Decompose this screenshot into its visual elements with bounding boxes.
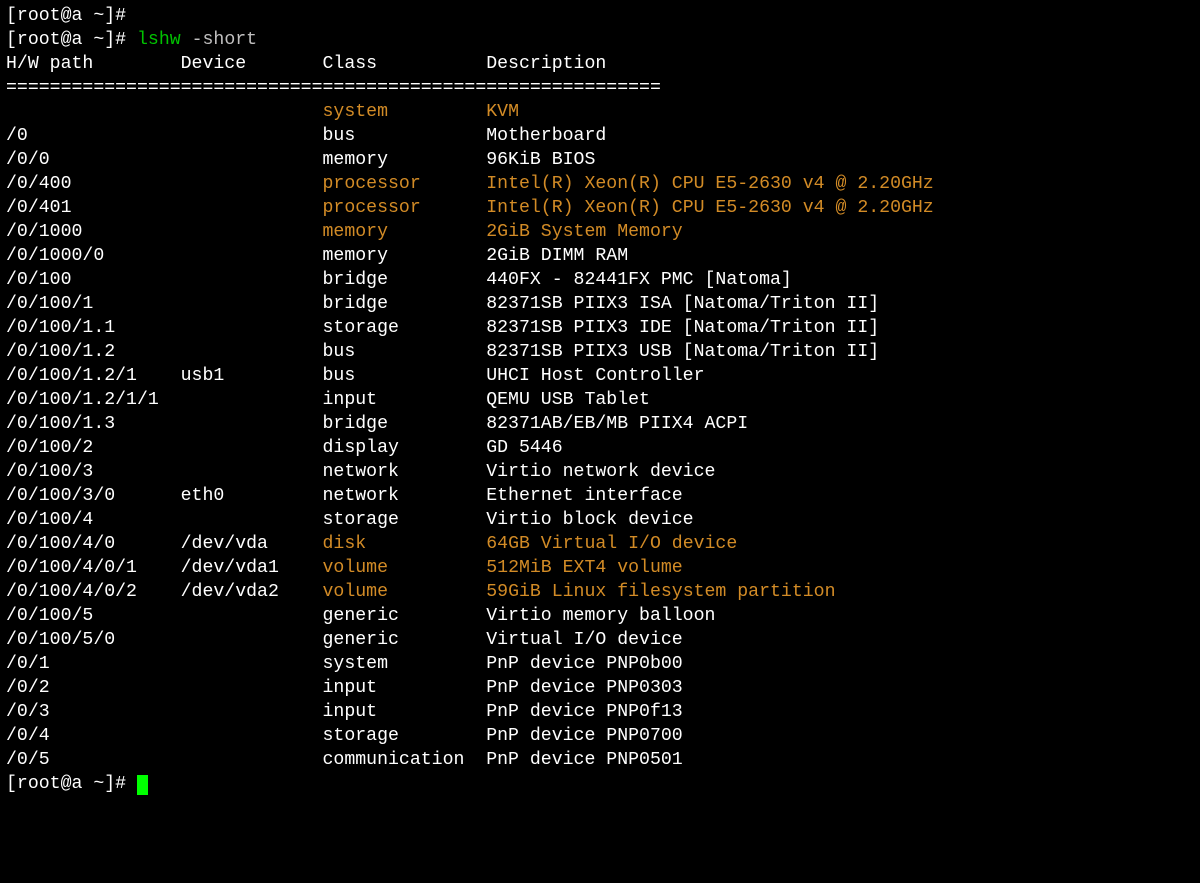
command-args: -short xyxy=(192,30,258,50)
lshw-row: /0/100/1.2/1 usb1 bus UHCI Host Controll… xyxy=(6,366,705,386)
lshw-row: /0/3 input PnP device PNP0f13 xyxy=(6,702,683,722)
cursor-block xyxy=(137,775,148,795)
lshw-row: /0/100 bridge 440FX - 82441FX PMC [Natom… xyxy=(6,270,792,290)
lshw-row: /0/401 processor Intel(R) Xeon(R) CPU E5… xyxy=(6,198,934,218)
lshw-row: /0 bus Motherboard xyxy=(6,126,606,146)
lshw-row: /0/2 input PnP device PNP0303 xyxy=(6,678,683,698)
lshw-row: /0/100/5 generic Virtio memory balloon xyxy=(6,606,715,626)
lshw-row: /0/5 communication PnP device PNP0501 xyxy=(6,750,683,770)
lshw-row: /0/100/5/0 generic Virtual I/O device xyxy=(6,630,683,650)
lshw-row: /0/100/3 network Virtio network device xyxy=(6,462,715,482)
lshw-row: /0/100/3/0 eth0 network Ethernet interfa… xyxy=(6,486,683,506)
prompt-line-empty: [root@a ~]# xyxy=(6,6,126,26)
lshw-row: /0/100/2 display GD 5446 xyxy=(6,438,563,458)
lshw-row: /0/4 storage PnP device PNP0700 xyxy=(6,726,683,746)
lshw-row: /0/100/4/0 /dev/vda disk 64GB Virtual I/… xyxy=(6,534,737,554)
lshw-row: /0/400 processor Intel(R) Xeon(R) CPU E5… xyxy=(6,174,934,194)
lshw-row: /0/100/1.2/1/1 input QEMU USB Tablet xyxy=(6,390,650,410)
prompt-line-cursor: [root@a ~]# xyxy=(6,774,148,794)
lshw-row: /0/1 system PnP device PNP0b00 xyxy=(6,654,683,674)
lshw-row: /0/100/1.1 storage 82371SB PIIX3 IDE [Na… xyxy=(6,318,879,338)
lshw-row: /0/100/4/0/2 /dev/vda2 volume 59GiB Linu… xyxy=(6,582,836,602)
prompt-line-command: [root@a ~]# lshw -short xyxy=(6,30,257,50)
lshw-row: /0/100/1 bridge 82371SB PIIX3 ISA [Natom… xyxy=(6,294,879,314)
command-executable: lshw xyxy=(137,30,181,50)
lshw-row: /0/0 memory 96KiB BIOS xyxy=(6,150,595,170)
lshw-header: H/W path Device Class Description xyxy=(6,54,606,74)
lshw-row: /0/1000/0 memory 2GiB DIMM RAM xyxy=(6,246,628,266)
lshw-separator: ========================================… xyxy=(6,78,661,98)
lshw-row: system KVM xyxy=(6,102,519,122)
lshw-row: /0/100/1.3 bridge 82371AB/EB/MB PIIX4 AC… xyxy=(6,414,748,434)
lshw-row: /0/100/1.2 bus 82371SB PIIX3 USB [Natoma… xyxy=(6,342,879,362)
lshw-row: /0/1000 memory 2GiB System Memory xyxy=(6,222,683,242)
terminal-output[interactable]: [root@a ~]# [root@a ~]# lshw -short H/W … xyxy=(6,4,1194,796)
lshw-row: /0/100/4 storage Virtio block device xyxy=(6,510,694,530)
lshw-row: /0/100/4/0/1 /dev/vda1 volume 512MiB EXT… xyxy=(6,558,683,578)
